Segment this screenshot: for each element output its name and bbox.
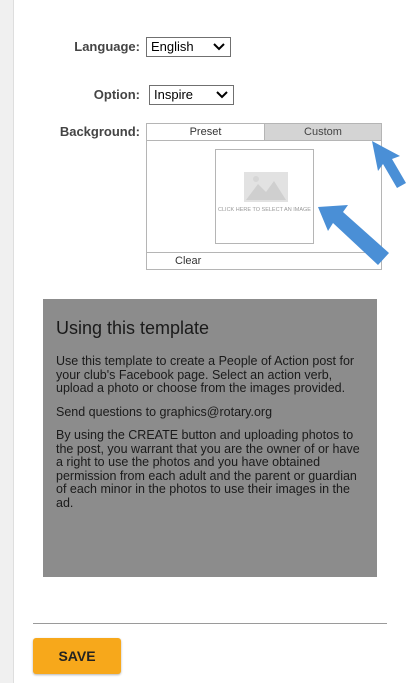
save-button[interactable]: SAVE [33, 638, 121, 674]
info-title: Using this template [56, 318, 210, 338]
chevron-down-icon [216, 91, 228, 99]
option-select[interactable]: Inspire [149, 85, 234, 105]
language-label: Language: [74, 39, 140, 54]
select-image-button[interactable]: CLICK HERE TO SELECT AN IMAGE [215, 149, 314, 244]
divider [33, 623, 387, 624]
template-info-panel: Using this template Use this template to… [43, 299, 377, 577]
select-image-text: CLICK HERE TO SELECT AN IMAGE [218, 207, 311, 213]
language-value: English [151, 39, 194, 54]
language-select[interactable]: English [146, 37, 231, 57]
tab-preset[interactable]: Preset [147, 124, 265, 141]
info-paragraph: Send questions to graphics@rotary.org [56, 404, 273, 419]
info-paragraph: By using the CREATE button and uploading… [56, 428, 360, 510]
left-sidebar-border [0, 0, 14, 683]
arrow-pointer-icon [372, 141, 406, 188]
arrow-pointer-icon [318, 205, 389, 265]
option-label: Option: [93, 87, 140, 102]
chevron-down-icon [213, 43, 225, 51]
info-paragraph: Use this template to create a People of … [56, 354, 355, 395]
option-value: Inspire [154, 87, 194, 102]
tab-custom[interactable]: Custom [265, 124, 381, 141]
image-placeholder-icon [244, 172, 288, 202]
clear-label: Clear [175, 255, 202, 267]
background-label: Background: [59, 124, 140, 139]
